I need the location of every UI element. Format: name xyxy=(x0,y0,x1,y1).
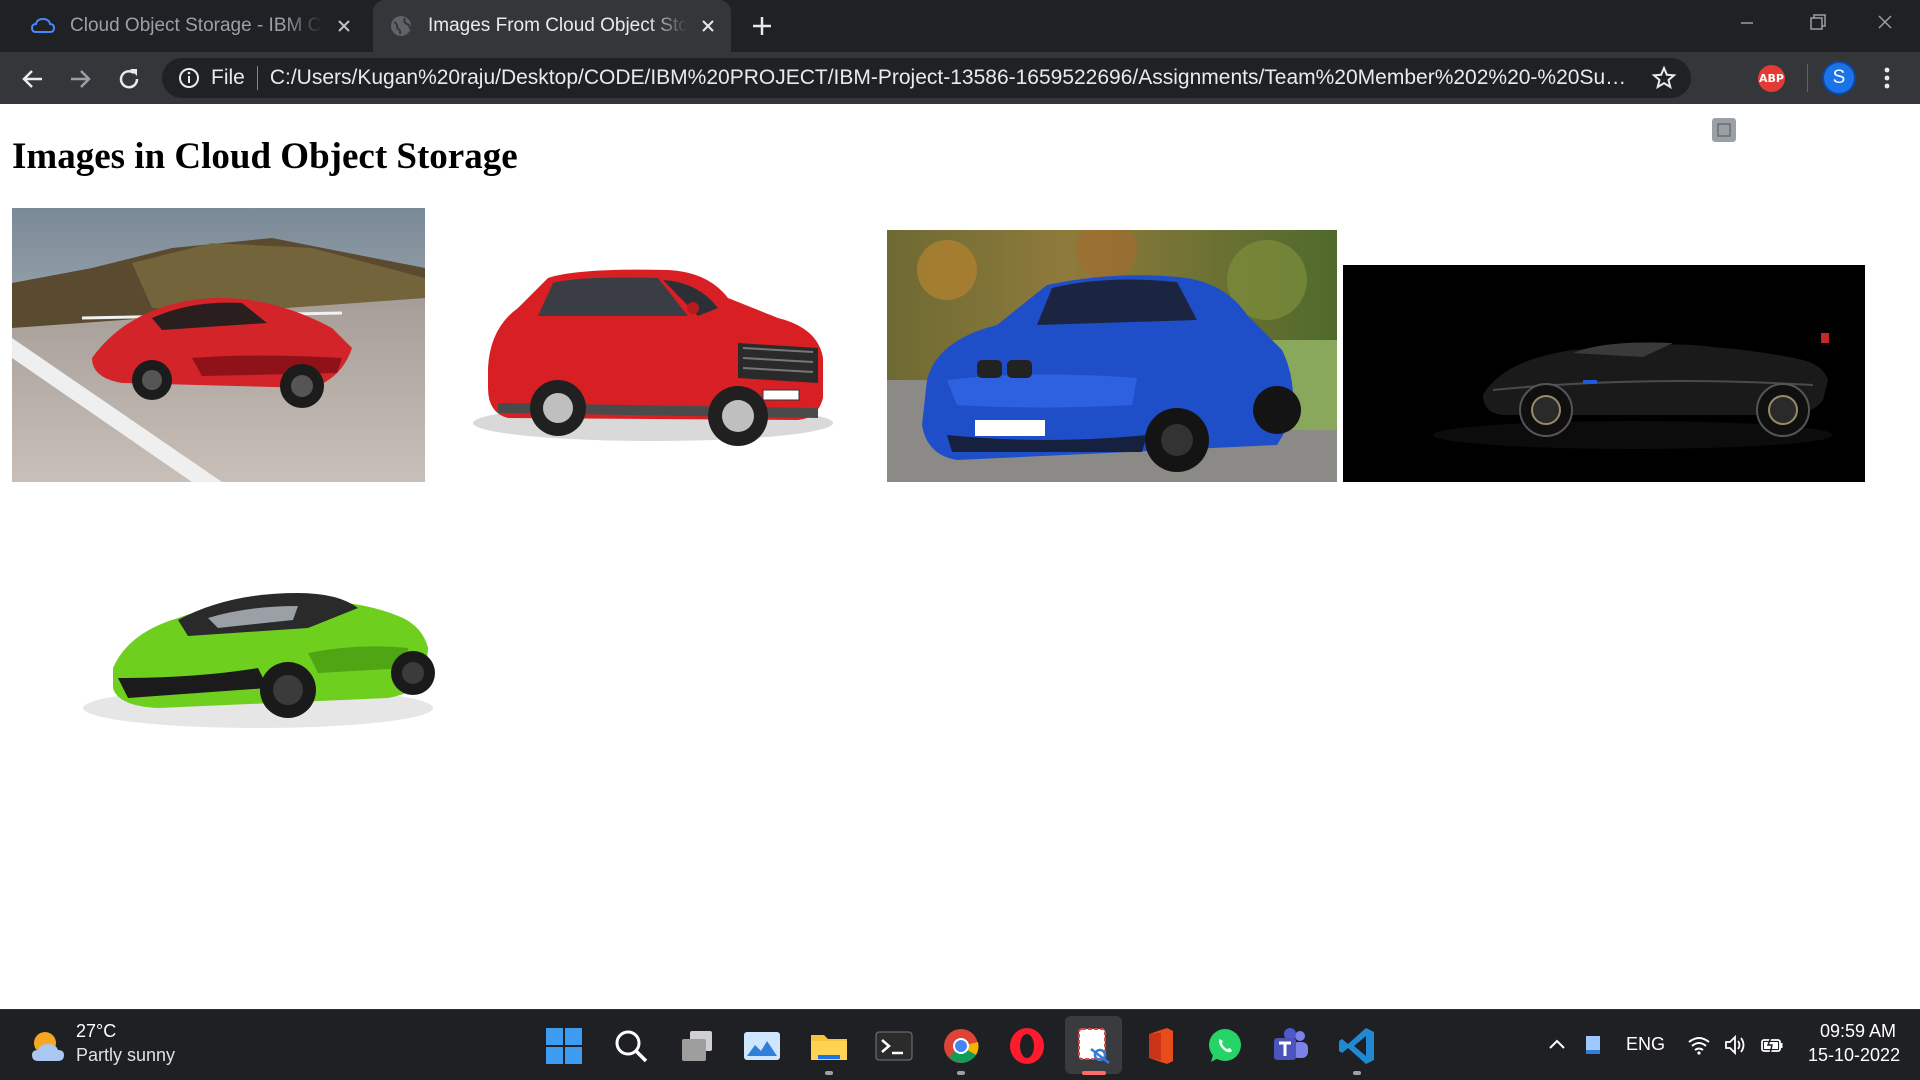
file-explorer-icon[interactable] xyxy=(808,1025,850,1067)
ibm-cloud-icon xyxy=(30,17,56,33)
toolbar-divider xyxy=(1807,64,1808,92)
close-tab-icon[interactable] xyxy=(333,15,355,37)
globe-icon xyxy=(391,16,411,36)
restore-icon[interactable] xyxy=(1800,10,1834,36)
close-tab-icon[interactable] xyxy=(697,15,719,37)
page-title: Images in Cloud Object Storage xyxy=(12,136,518,177)
red-lamborghini-image xyxy=(12,208,425,482)
task-view-icon[interactable] xyxy=(676,1025,718,1067)
adblock-plus-icon[interactable]: ABP xyxy=(1758,65,1785,92)
terminal-icon[interactable] xyxy=(873,1025,915,1067)
wifi-icon[interactable] xyxy=(1686,1032,1712,1058)
partly-sunny-icon[interactable] xyxy=(28,1027,68,1067)
tablet-icon[interactable] xyxy=(1580,1032,1606,1058)
clock-time[interactable]: 09:59 AM xyxy=(1820,1021,1896,1042)
weather-temperature: 27°C xyxy=(76,1021,117,1041)
clock-date[interactable]: 15-10-2022 xyxy=(1808,1045,1900,1066)
vscode-icon[interactable] xyxy=(1336,1025,1378,1067)
blue-bmw-image xyxy=(887,230,1337,482)
opera-icon[interactable] xyxy=(1006,1025,1048,1067)
address-bar[interactable]: File C:/Users/Kugan%20raju/Desktop/CODE/… xyxy=(162,58,1691,98)
volume-icon[interactable] xyxy=(1722,1032,1748,1058)
menu-kebab-icon[interactable] xyxy=(1876,64,1898,92)
snipping-tool-icon[interactable] xyxy=(1073,1025,1115,1067)
scheme-divider xyxy=(256,66,258,90)
windows-taskbar: 27°C Partly sunny ENG 09:59 AM 15-10-202… xyxy=(0,1009,1920,1080)
weather-condition: Partly sunny xyxy=(76,1045,176,1065)
minimize-icon[interactable] xyxy=(1730,10,1764,36)
running-indicator xyxy=(957,1071,965,1075)
tab-ibm-cloud[interactable]: Cloud Object Storage - IBM Cloud xyxy=(22,0,367,52)
search-icon[interactable] xyxy=(610,1025,652,1067)
browser-toolbar: File C:/Users/Kugan%20raju/Desktop/CODE/… xyxy=(0,52,1920,142)
start-icon[interactable] xyxy=(543,1025,585,1067)
extension-icon[interactable] xyxy=(1711,117,1737,143)
new-tab-icon[interactable] xyxy=(748,12,776,40)
photos-icon[interactable] xyxy=(741,1025,783,1067)
running-indicator xyxy=(1353,1071,1361,1075)
reload-icon[interactable] xyxy=(114,64,144,94)
teams-icon[interactable] xyxy=(1270,1025,1312,1067)
tab-title: Images From Cloud Object Storage xyxy=(428,15,687,36)
language-indicator[interactable]: ENG xyxy=(1626,1034,1665,1055)
chrome-icon[interactable] xyxy=(940,1025,982,1067)
black-roadster-image xyxy=(1343,265,1865,482)
url-text[interactable]: C:/Users/Kugan%20raju/Desktop/CODE/IBM%2… xyxy=(270,66,1631,90)
tab-images-from-cloud[interactable]: Images From Cloud Object Storage xyxy=(373,0,731,52)
running-indicator xyxy=(825,1071,833,1075)
bookmark-star-icon[interactable] xyxy=(1651,65,1677,91)
close-window-icon[interactable] xyxy=(1868,10,1902,36)
tab-title: Cloud Object Storage - IBM Cloud xyxy=(70,15,323,36)
chevron-up-icon[interactable] xyxy=(1544,1032,1570,1058)
office-icon[interactable] xyxy=(1139,1025,1181,1067)
whatsapp-icon[interactable] xyxy=(1204,1025,1246,1067)
info-icon[interactable] xyxy=(177,66,201,90)
active-indicator xyxy=(1082,1071,1106,1075)
back-icon[interactable] xyxy=(18,64,48,94)
green-lamborghini-image xyxy=(58,548,438,738)
battery-icon[interactable] xyxy=(1759,1032,1785,1058)
url-scheme: File xyxy=(211,66,245,89)
red-suv-image xyxy=(438,208,849,482)
profile-avatar[interactable]: S xyxy=(1822,61,1856,95)
forward-icon[interactable] xyxy=(65,64,95,94)
browser-tab-strip: Cloud Object Storage - IBM Cloud Images … xyxy=(0,0,1920,52)
